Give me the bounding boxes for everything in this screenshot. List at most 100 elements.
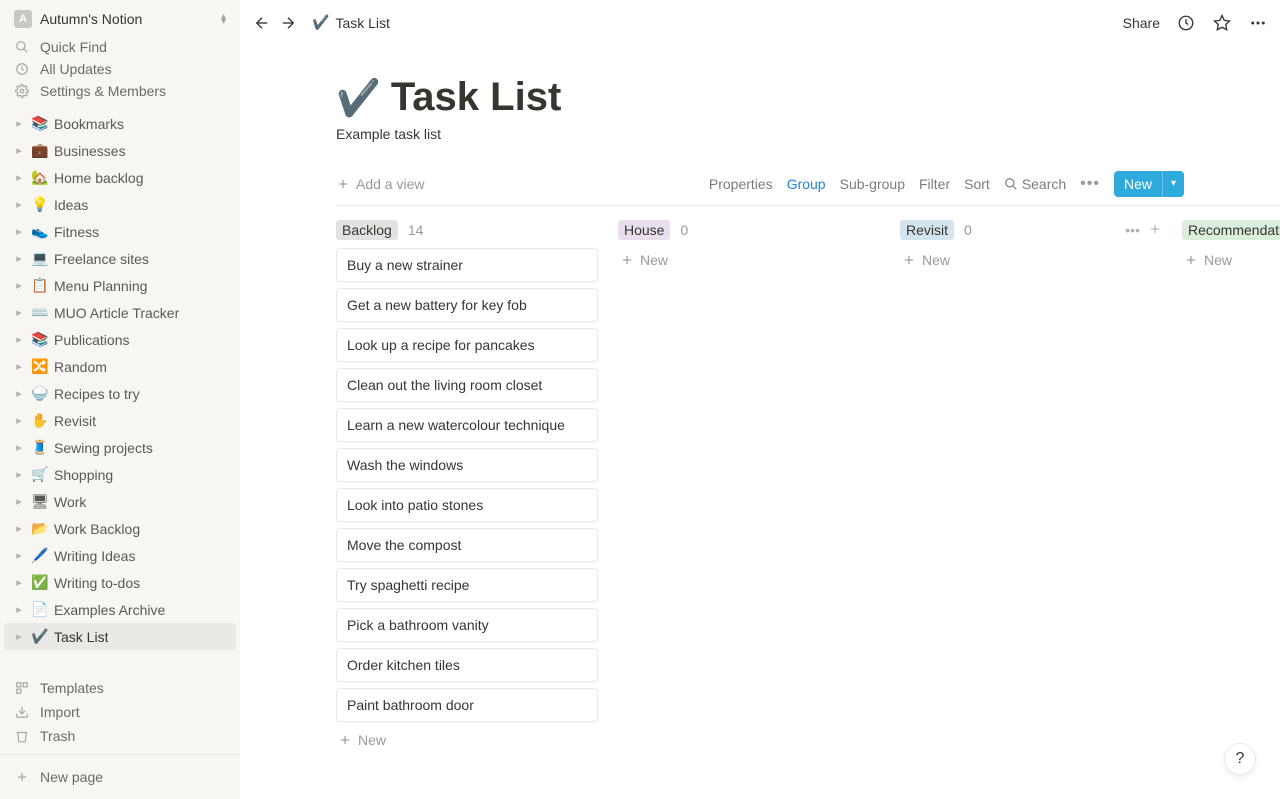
templates[interactable]: Templates xyxy=(4,676,236,700)
chevron-right-icon[interactable]: ▸ xyxy=(10,277,28,295)
import[interactable]: Import xyxy=(4,700,236,724)
properties-button[interactable]: Properties xyxy=(709,176,773,192)
subgroup-button[interactable]: Sub-group xyxy=(840,176,905,192)
column-header[interactable]: House0 xyxy=(618,220,880,240)
chevron-right-icon[interactable]: ▸ xyxy=(10,547,28,565)
sidebar-page-item[interactable]: ▸🖥Work xyxy=(4,488,236,515)
nav-forward[interactable] xyxy=(278,13,298,33)
chevron-right-icon[interactable]: ▸ xyxy=(10,385,28,403)
board-card[interactable]: Paint bathroom door xyxy=(336,688,598,722)
db-more-button[interactable]: ••• xyxy=(1080,175,1100,193)
board-card[interactable]: Look into patio stones xyxy=(336,488,598,522)
chevron-right-icon[interactable]: ▸ xyxy=(10,196,28,214)
chevron-right-icon[interactable]: ▸ xyxy=(10,520,28,538)
sidebar-page-item[interactable]: ▸🔀Random xyxy=(4,353,236,380)
favorite-icon[interactable] xyxy=(1212,13,1232,33)
all-updates[interactable]: All Updates xyxy=(4,58,236,80)
more-icon[interactable] xyxy=(1248,13,1268,33)
sidebar-page-item[interactable]: ▸⌨️MUO Article Tracker xyxy=(4,299,236,326)
page-description[interactable]: Example task list xyxy=(336,126,1184,142)
chevron-right-icon[interactable]: ▸ xyxy=(10,412,28,430)
sidebar-page-item[interactable]: ▸📋Menu Planning xyxy=(4,272,236,299)
board-card[interactable]: Move the compost xyxy=(336,528,598,562)
sidebar-page-item[interactable]: ▸🖊️Writing Ideas xyxy=(4,542,236,569)
board-card[interactable]: Try spaghetti recipe xyxy=(336,568,598,602)
page-emoji[interactable]: ✔️ xyxy=(336,77,381,119)
add-view-button[interactable]: Add a view xyxy=(336,176,424,192)
column-add-icon[interactable] xyxy=(1148,222,1162,238)
chevron-right-icon[interactable]: ▸ xyxy=(10,304,28,322)
new-card-button[interactable]: New xyxy=(1182,248,1280,272)
trash[interactable]: Trash xyxy=(4,724,236,748)
chevron-right-icon[interactable]: ▸ xyxy=(10,358,28,376)
add-view-label: Add a view xyxy=(356,176,424,192)
board-card[interactable]: Get a new battery for key fob xyxy=(336,288,598,322)
sidebar-page-item[interactable]: ▸📚Bookmarks xyxy=(4,110,236,137)
sidebar-page-item[interactable]: ▸✅Writing to-dos xyxy=(4,569,236,596)
chevron-right-icon[interactable]: ▸ xyxy=(10,628,28,646)
board: Backlog14 Buy a new strainer Get a new bat… xyxy=(240,206,1280,752)
sidebar-page-item[interactable]: ▸📚Publications xyxy=(4,326,236,353)
page-item-label: Sewing projects xyxy=(54,440,153,456)
chevron-right-icon[interactable]: ▸ xyxy=(10,574,28,592)
board-card[interactable]: Buy a new strainer xyxy=(336,248,598,282)
chevron-right-icon[interactable]: ▸ xyxy=(10,331,28,349)
board-card[interactable]: Wash the windows xyxy=(336,448,598,482)
sidebar-page-item[interactable]: ▸✔️Task List xyxy=(4,623,236,650)
page-item-label: Task List xyxy=(54,629,108,645)
chevron-right-icon[interactable]: ▸ xyxy=(10,439,28,457)
group-button[interactable]: Group xyxy=(787,176,826,192)
board-card[interactable]: Order kitchen tiles xyxy=(336,648,598,682)
workspace-switcher[interactable]: A Autumn's Notion ▴▾ xyxy=(0,0,240,34)
new-button-label: New xyxy=(1114,176,1162,192)
board-card[interactable]: Clean out the living room closet xyxy=(336,368,598,402)
settings-members[interactable]: Settings & Members xyxy=(4,80,236,102)
column-header[interactable]: Backlog14 xyxy=(336,220,598,240)
sidebar-page-item[interactable]: ▸✋Revisit xyxy=(4,407,236,434)
chevron-right-icon[interactable]: ▸ xyxy=(10,466,28,484)
settings-label: Settings & Members xyxy=(40,83,166,99)
sidebar-page-item[interactable]: ▸🛒Shopping xyxy=(4,461,236,488)
content: ✔️ Task List Example task list Add a vie… xyxy=(240,45,1280,799)
new-page[interactable]: New page xyxy=(4,763,236,791)
sidebar-page-item[interactable]: ▸📄Examples Archive xyxy=(4,596,236,623)
column-more-icon[interactable]: ••• xyxy=(1125,222,1140,238)
column-header[interactable]: Revisit0••• xyxy=(900,220,1162,240)
board-card[interactable]: Learn a new watercolour technique xyxy=(336,408,598,442)
import-icon xyxy=(14,704,30,720)
nav-back[interactable] xyxy=(252,13,272,33)
sidebar-page-item[interactable]: ▸💡Ideas xyxy=(4,191,236,218)
new-card-button[interactable]: New xyxy=(900,248,1162,272)
page-title[interactable]: Task List xyxy=(391,75,561,120)
quick-find[interactable]: Quick Find xyxy=(4,36,236,58)
chevron-right-icon[interactable]: ▸ xyxy=(10,223,28,241)
board-card[interactable]: Pick a bathroom vanity xyxy=(336,608,598,642)
sidebar-page-item[interactable]: ▸📂Work Backlog xyxy=(4,515,236,542)
chevron-right-icon[interactable]: ▸ xyxy=(10,169,28,187)
new-card-button[interactable]: New xyxy=(336,728,598,752)
chevron-right-icon[interactable]: ▸ xyxy=(10,493,28,511)
new-card-button[interactable]: New xyxy=(618,248,880,272)
new-button[interactable]: New ▾ xyxy=(1114,171,1184,197)
help-button[interactable]: ? xyxy=(1224,743,1256,775)
sort-button[interactable]: Sort xyxy=(964,176,990,192)
sidebar-page-item[interactable]: ▸👟Fitness xyxy=(4,218,236,245)
new-button-dropdown[interactable]: ▾ xyxy=(1162,171,1184,197)
column-header[interactable]: Recommendations xyxy=(1182,220,1280,240)
sidebar-page-item[interactable]: ▸💼Businesses xyxy=(4,137,236,164)
page-item-emoji: 🧵 xyxy=(30,439,50,456)
filter-button[interactable]: Filter xyxy=(919,176,950,192)
sidebar-page-item[interactable]: ▸🧵Sewing projects xyxy=(4,434,236,461)
sidebar-page-item[interactable]: ▸💻Freelance sites xyxy=(4,245,236,272)
chevron-right-icon[interactable]: ▸ xyxy=(10,601,28,619)
board-card[interactable]: Look up a recipe for pancakes xyxy=(336,328,598,362)
updates-icon[interactable] xyxy=(1176,13,1196,33)
sidebar-page-item[interactable]: ▸🏡Home backlog xyxy=(4,164,236,191)
share-button[interactable]: Share xyxy=(1123,15,1160,31)
search-button[interactable]: Search xyxy=(1004,176,1066,192)
sidebar-page-item[interactable]: ▸🍚Recipes to try xyxy=(4,380,236,407)
chevron-right-icon[interactable]: ▸ xyxy=(10,115,28,133)
breadcrumb[interactable]: ✔️ Task List xyxy=(306,12,396,33)
chevron-right-icon[interactable]: ▸ xyxy=(10,250,28,268)
chevron-right-icon[interactable]: ▸ xyxy=(10,142,28,160)
